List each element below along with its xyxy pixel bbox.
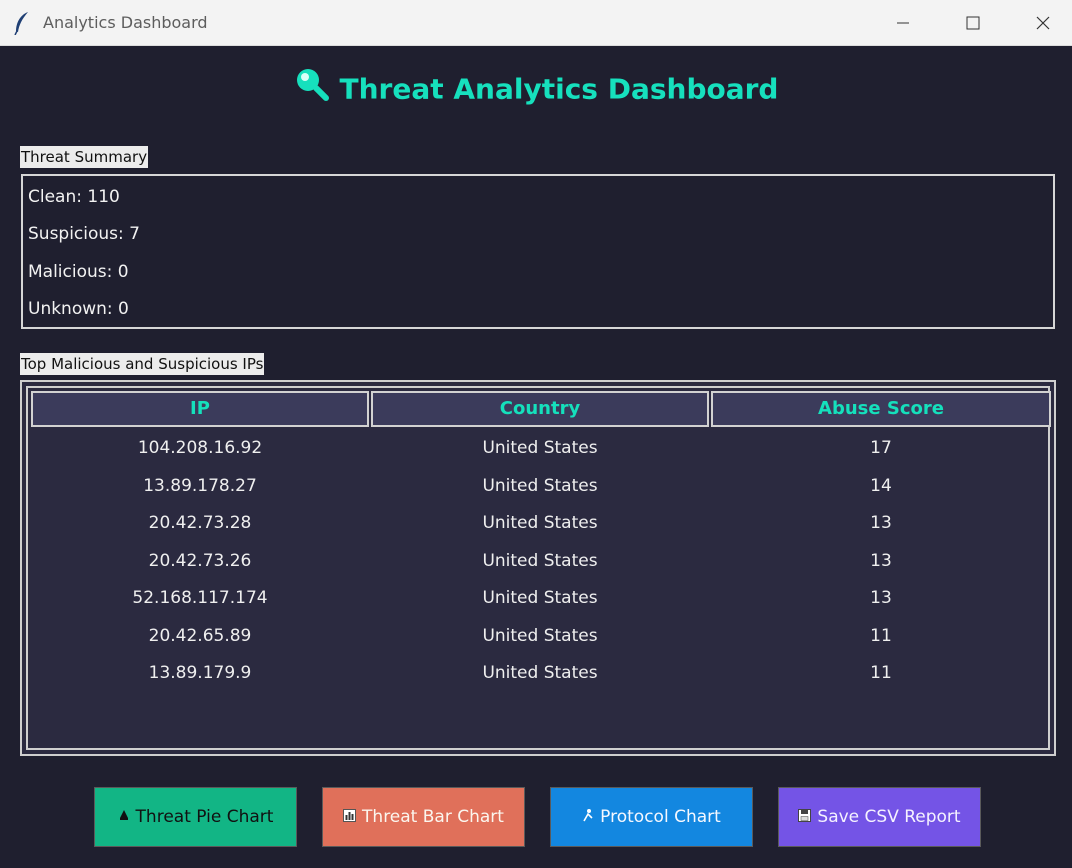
protocol-chart-label: Protocol Chart xyxy=(600,807,721,827)
bar-chart-icon xyxy=(343,808,357,826)
save-csv-report-button[interactable]: Save CSV Report xyxy=(778,787,981,847)
cell-country: United States xyxy=(482,588,598,608)
ip-table-body: IP Country Abuse Score 104.208.16.92 Uni… xyxy=(26,386,1051,750)
cell-ip: 13.89.179.9 xyxy=(148,663,252,683)
cell-ip: 52.168.117.174 xyxy=(132,588,268,608)
cell-country: United States xyxy=(482,438,598,458)
magnifier-icon xyxy=(294,66,330,109)
table-row[interactable]: 13.89.178.27 United States 14 xyxy=(28,468,1050,505)
minimize-icon xyxy=(897,22,909,24)
cell-country: United States xyxy=(482,551,598,571)
close-button[interactable] xyxy=(1008,0,1072,46)
minimize-button[interactable] xyxy=(868,0,938,46)
table-row[interactable]: 20.42.65.89 United States 11 xyxy=(28,618,1050,655)
close-icon xyxy=(1036,16,1050,30)
cell-country: United States xyxy=(482,626,598,646)
table-row[interactable]: 52.168.117.174 United States 13 xyxy=(28,580,1050,617)
cell-ip: 13.89.178.27 xyxy=(143,476,257,496)
cell-abuse-score: 13 xyxy=(870,513,892,533)
protocol-chart-button[interactable]: Protocol Chart xyxy=(550,787,753,847)
maximize-icon xyxy=(966,16,980,30)
threat-bar-chart-button[interactable]: Threat Bar Chart xyxy=(322,787,525,847)
cell-ip: 20.42.65.89 xyxy=(148,626,252,646)
window-title: Analytics Dashboard xyxy=(43,13,208,32)
window-titlebar: Analytics Dashboard xyxy=(0,0,1072,46)
column-header-abuse-score[interactable]: Abuse Score xyxy=(711,391,1051,427)
table-row[interactable]: 20.42.73.28 United States 13 xyxy=(28,505,1050,542)
table-row[interactable]: 20.42.73.26 United States 13 xyxy=(28,543,1050,580)
feather-icon xyxy=(12,11,32,36)
save-csv-report-label: Save CSV Report xyxy=(817,807,961,827)
maximize-button[interactable] xyxy=(938,0,1008,46)
cell-ip: 20.42.73.28 xyxy=(148,513,252,533)
threat-bar-chart-label: Threat Bar Chart xyxy=(362,807,504,827)
ip-table: IP Country Abuse Score 104.208.16.92 Uni… xyxy=(20,380,1056,756)
cell-ip: 20.42.73.26 xyxy=(148,551,252,571)
page-title-text: Threat Analytics Dashboard xyxy=(339,72,779,106)
summary-clean: Clean: 110 xyxy=(28,187,120,207)
summary-unknown: Unknown: 0 xyxy=(28,299,129,319)
top-ips-label: Top Malicious and Suspicious IPs xyxy=(20,353,265,375)
table-row[interactable]: 104.208.16.92 United States 17 xyxy=(28,430,1050,467)
summary-suspicious: Suspicious: 7 xyxy=(28,224,140,244)
cell-ip: 104.208.16.92 xyxy=(137,438,263,458)
threat-summary-label: Threat Summary xyxy=(20,146,149,168)
column-header-country[interactable]: Country xyxy=(371,391,709,427)
cell-abuse-score: 11 xyxy=(870,663,892,683)
pie-icon xyxy=(118,809,130,825)
threat-pie-chart-button[interactable]: Threat Pie Chart xyxy=(94,787,297,847)
cell-abuse-score: 13 xyxy=(870,551,892,571)
cell-abuse-score: 14 xyxy=(870,476,892,496)
cell-abuse-score: 13 xyxy=(870,588,892,608)
threat-summary-box: Clean: 110 Suspicious: 7 Malicious: 0 Un… xyxy=(21,174,1055,329)
threat-pie-chart-label: Threat Pie Chart xyxy=(135,807,274,827)
cell-abuse-score: 17 xyxy=(870,438,892,458)
cell-country: United States xyxy=(482,513,598,533)
summary-malicious: Malicious: 0 xyxy=(28,262,129,282)
column-header-ip[interactable]: IP xyxy=(31,391,369,427)
cell-abuse-score: 11 xyxy=(870,626,892,646)
cell-country: United States xyxy=(482,476,598,496)
page-title: Threat Analytics Dashboard xyxy=(0,69,1072,109)
table-row[interactable]: 13.89.179.9 United States 11 xyxy=(28,655,1050,692)
cell-country: United States xyxy=(482,663,598,683)
floppy-icon xyxy=(798,808,812,826)
protocol-icon xyxy=(582,808,594,826)
